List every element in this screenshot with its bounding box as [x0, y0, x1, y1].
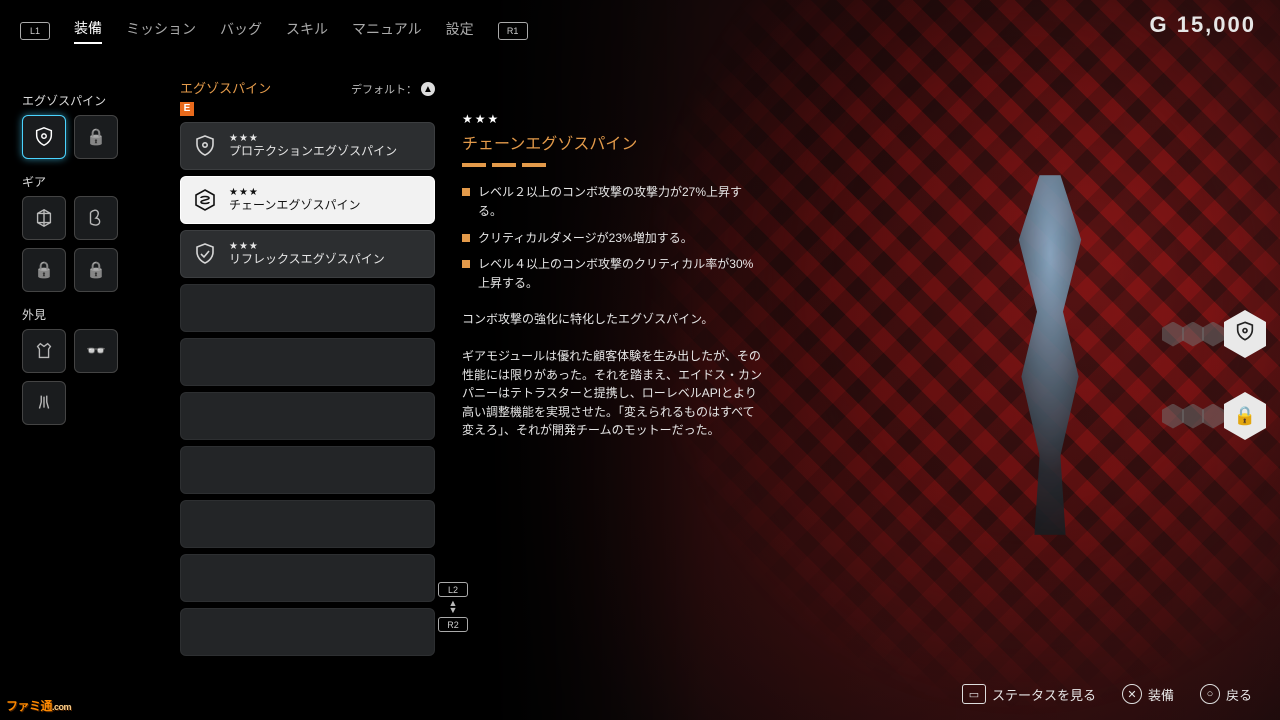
- list-item-empty: [180, 554, 435, 602]
- cmd-label: 装備: [1148, 685, 1174, 704]
- chain-gear-icon: [191, 186, 219, 214]
- list-item-empty: [180, 500, 435, 548]
- l1-keycap: L1: [20, 22, 50, 40]
- lock-icon: [34, 260, 54, 280]
- detail-summary: コンボ攻撃の強化に特化したエグゾスパイン。: [462, 310, 762, 329]
- appearance-slot-outfit[interactable]: [22, 329, 66, 373]
- list-item-empty: [180, 392, 435, 440]
- effect-text: クリティカルダメージが23%増加する。: [478, 229, 693, 248]
- cmd-label: ステータスを見る: [992, 685, 1096, 704]
- appearance-slot-eyewear[interactable]: [74, 329, 118, 373]
- list-title: エグゾスパイン: [180, 81, 271, 96]
- cmd-view-status[interactable]: ▭ ステータスを見る: [962, 684, 1096, 704]
- cmd-label: 戻る: [1226, 685, 1252, 704]
- bullet-icon: [462, 188, 470, 196]
- bullet-icon: [462, 260, 470, 268]
- detail-body: ギアモジュールは優れた顧客体験を生み出したが、その性能には限りがあった。それを踏…: [462, 347, 762, 440]
- list-scroll-keys: L2 ▲▼ R2: [438, 582, 468, 632]
- jacket-icon: [33, 340, 55, 362]
- shield-gear-icon: [1234, 321, 1256, 348]
- watermark-brand: ファミ通: [6, 699, 52, 713]
- tab-equipment[interactable]: 装備: [74, 18, 102, 44]
- effect-text: レベル２以上のコンボ攻撃の攻撃力が27%上昇する。: [478, 183, 762, 220]
- r1-keycap: R1: [498, 22, 528, 40]
- top-tab-bar: L1 装備 ミッション バッグ スキル マニュアル 設定 R1: [20, 18, 528, 44]
- list-item-empty: [180, 608, 435, 656]
- section-label-appearance: 外見: [22, 306, 162, 323]
- watermark-suffix: .com: [52, 702, 71, 712]
- module-slot-1[interactable]: [1162, 310, 1264, 358]
- category-sidebar: エグゾスパイン ギア 外見: [22, 78, 162, 425]
- lock-icon: 🔒: [1234, 406, 1256, 427]
- cmd-back[interactable]: ○ 戻る: [1200, 684, 1252, 704]
- cross-button-icon: ✕: [1122, 684, 1142, 704]
- currency-display: G 15,000: [1149, 12, 1256, 38]
- gear-slot-2[interactable]: [74, 196, 118, 240]
- default-sort[interactable]: デフォルト： ▲: [351, 81, 435, 97]
- list-item-empty: [180, 338, 435, 386]
- glasses-icon: [86, 341, 106, 361]
- list-item-empty: [180, 446, 435, 494]
- item-detail-panel: ★★★ チェーンエグゾスパイン レベル２以上のコンボ攻撃の攻撃力が27%上昇する…: [462, 110, 762, 440]
- effect-text: レベル４以上のコンボ攻撃のクリティカル率が30%上昇する。: [478, 255, 762, 292]
- module-slot-2-locked[interactable]: 🔒: [1162, 392, 1264, 440]
- default-label: デフォルト：: [351, 81, 417, 97]
- scroll-arrows-icon: ▲▼: [449, 600, 458, 614]
- list-item[interactable]: ★★★ リフレックスエグゾスパイン: [180, 230, 435, 278]
- currency-label: G: [1149, 12, 1168, 37]
- l2-keycap: L2: [438, 582, 468, 597]
- shield-gear-icon: [33, 126, 55, 148]
- gear-slot-3-locked[interactable]: [22, 248, 66, 292]
- triangle-button-icon: ▲: [421, 82, 435, 96]
- list-item[interactable]: ★★★ プロテクションエグゾスパイン: [180, 122, 435, 170]
- tab-manual[interactable]: マニュアル: [352, 19, 422, 43]
- section-label-gear: ギア: [22, 173, 162, 190]
- source-watermark: ファミ通.com: [6, 697, 71, 714]
- tab-mission[interactable]: ミッション: [126, 19, 196, 43]
- item-name: チェーンエグゾスパイン: [229, 199, 361, 213]
- footer-commands: ▭ ステータスを見る ✕ 装備 ○ 戻る: [962, 684, 1252, 704]
- list-item-selected[interactable]: ★★★ チェーンエグゾスパイン: [180, 176, 435, 224]
- tab-bag[interactable]: バッグ: [220, 19, 262, 43]
- detail-title: チェーンエグゾスパイン: [462, 133, 762, 158]
- effect-row: レベル２以上のコンボ攻撃の攻撃力が27%上昇する。: [462, 183, 762, 220]
- earring-icon: [33, 392, 55, 414]
- cmd-equip[interactable]: ✕ 装備: [1122, 684, 1174, 704]
- circle-button-icon: ○: [1200, 684, 1220, 704]
- title-underline: [462, 163, 762, 167]
- item-name: プロテクションエグゾスパイン: [229, 145, 397, 159]
- lock-icon: [86, 127, 106, 147]
- item-name: リフレックスエグゾスパイン: [229, 253, 385, 267]
- exospine-slot-1[interactable]: [22, 115, 66, 159]
- section-label-exospine: エグゾスパイン: [22, 92, 162, 109]
- equipped-badge: E: [180, 102, 194, 116]
- gear-slot-1[interactable]: [22, 196, 66, 240]
- effect-row: レベル４以上のコンボ攻撃のクリティカル率が30%上昇する。: [462, 255, 762, 292]
- exospine-slot-2-locked[interactable]: [74, 115, 118, 159]
- bullet-icon: [462, 234, 470, 242]
- module-hex-rail: 🔒: [1162, 310, 1264, 440]
- tab-settings[interactable]: 設定: [446, 19, 474, 43]
- touchpad-icon: ▭: [962, 684, 986, 704]
- lock-icon: [86, 260, 106, 280]
- gear-frame-icon: [33, 207, 55, 229]
- appearance-slot-accessory[interactable]: [22, 381, 66, 425]
- reflex-gear-icon: [191, 240, 219, 268]
- r2-keycap: R2: [438, 617, 468, 632]
- list-item-empty: [180, 284, 435, 332]
- currency-value: 15,000: [1177, 12, 1256, 37]
- exospine-list: エグゾスパイン E デフォルト： ▲ ★★★ プロテクションエグゾスパイン ★★…: [180, 78, 435, 662]
- effect-row: クリティカルダメージが23%増加する。: [462, 229, 762, 248]
- gear-slot-4-locked[interactable]: [74, 248, 118, 292]
- tab-skill[interactable]: スキル: [286, 19, 328, 43]
- detail-stars: ★★★: [462, 110, 762, 129]
- beta-ornament-icon: [85, 207, 107, 229]
- shield-gear-icon: [191, 132, 219, 160]
